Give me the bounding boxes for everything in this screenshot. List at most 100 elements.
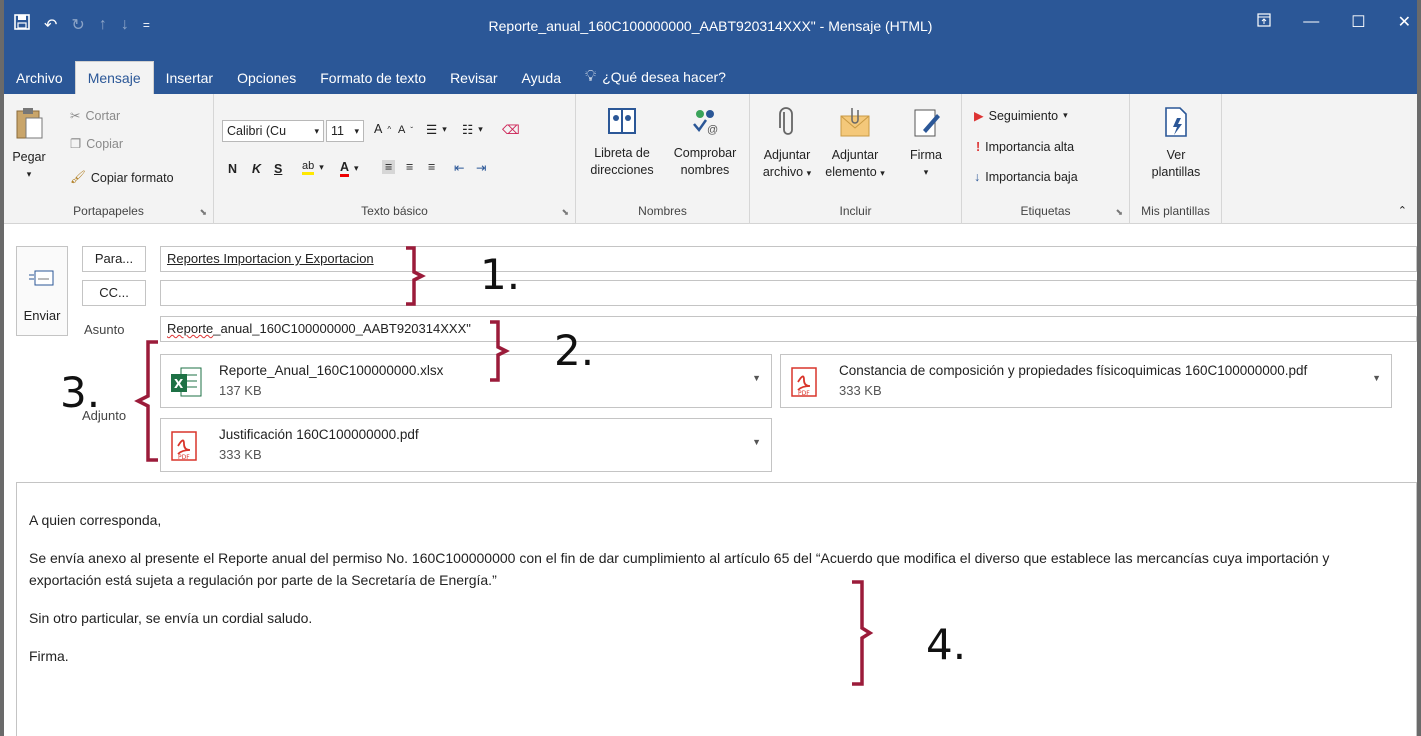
- check-names-label: Comprobar: [673, 146, 737, 160]
- paintbrush-icon: 🖌︎: [70, 170, 86, 184]
- grow-font-icon[interactable]: A ^: [374, 122, 391, 136]
- attach-file-label-2: archivo: [762, 165, 804, 179]
- paperclip-icon: [754, 106, 820, 143]
- align-right-icon[interactable]: ≡: [428, 160, 435, 174]
- window-title: Reporte_anual_160C100000000_AABT920314XX…: [488, 18, 933, 34]
- bold-button[interactable]: N: [228, 162, 237, 176]
- increase-indent-icon[interactable]: ⇥: [476, 160, 486, 175]
- tab-archivo[interactable]: Archivo: [4, 70, 75, 94]
- follow-up-button[interactable]: ▶ Seguimiento ▾: [974, 108, 1068, 124]
- high-importance-label: Importancia alta: [985, 140, 1075, 154]
- view-templates-label: Ver: [1166, 148, 1186, 162]
- attachment-item[interactable]: X Reporte_Anual_160C100000000.xlsx 137 K…: [160, 354, 772, 408]
- attach-item-label-row: elemento ▾: [820, 164, 890, 182]
- font-name-value: Calibri (Cu: [227, 124, 287, 138]
- low-importance-label: Importancia baja: [985, 170, 1078, 184]
- check-names-icon: @: [666, 106, 744, 141]
- attach-item-label-2: elemento: [825, 165, 877, 179]
- attachment-size: 137 KB: [219, 383, 262, 398]
- signature-button[interactable]: Firma ▾: [900, 106, 952, 181]
- chevron-down-icon: ▾: [354, 125, 359, 136]
- bullets-icon[interactable]: ☰ ▾: [426, 122, 447, 137]
- collapse-ribbon-icon[interactable]: ⌃: [1398, 204, 1407, 217]
- cc-field[interactable]: [160, 280, 1417, 306]
- flag-icon: ▶: [974, 109, 984, 123]
- tab-revisar[interactable]: Revisar: [438, 70, 509, 94]
- annotation-bracket-3: [134, 340, 158, 462]
- numbering-icon[interactable]: ☷ ▾: [462, 122, 483, 137]
- copy-icon: ❐: [70, 137, 82, 151]
- group-templates: Ver plantillas Mis plantillas: [1130, 94, 1222, 224]
- signature-label: Firma: [910, 148, 942, 162]
- dialog-launcher-icon[interactable]: ⬊: [1115, 207, 1123, 218]
- chevron-down-icon[interactable]: ▼: [1372, 373, 1381, 383]
- to-button[interactable]: Para...: [82, 246, 146, 272]
- message-body-editor[interactable]: A quien corresponda, Se envía anexo al p…: [16, 482, 1417, 736]
- chevron-down-icon[interactable]: ▼: [752, 373, 761, 383]
- group-label-clipboard: Portapapeles: [73, 204, 144, 218]
- attachment-item[interactable]: PDF Constancia de composición y propieda…: [780, 354, 1392, 408]
- to-recipient[interactable]: Reportes Importacion y Exportacion: [167, 251, 374, 266]
- dialog-launcher-icon[interactable]: ⬊: [199, 207, 207, 218]
- address-book-button[interactable]: Libreta de direcciones: [582, 106, 662, 179]
- attachment-item[interactable]: PDF Justificación 160C100000000.pdf 333 …: [160, 418, 772, 472]
- send-button[interactable]: Enviar: [16, 246, 68, 336]
- italic-button[interactable]: K: [252, 162, 261, 176]
- attach-file-button[interactable]: Adjuntar archivo ▾: [754, 106, 820, 182]
- high-importance-button[interactable]: ! Importancia alta: [976, 140, 1074, 154]
- paste-button[interactable]: Pegar ▾: [12, 106, 46, 183]
- maximize-icon[interactable]: ☐: [1351, 12, 1365, 32]
- address-book-icon: [582, 106, 662, 141]
- subject-field[interactable]: Reporte_anual_160C100000000_AABT920314XX…: [160, 316, 1417, 342]
- italic-label: K: [252, 162, 262, 176]
- cc-button[interactable]: CC...: [82, 280, 146, 306]
- attach-item-label: Adjuntar: [831, 148, 879, 162]
- group-clipboard: Pegar ▾ ✂ Cortar ❐ Copiar 🖌︎ Copiar formato…: [4, 94, 214, 224]
- underline-label: S: [274, 162, 283, 176]
- clear-formatting-icon[interactable]: ⌫: [502, 122, 520, 137]
- signature-icon: [900, 106, 952, 143]
- paste-label: Pegar: [12, 150, 46, 164]
- tell-me-label: ¿Qué desea hacer?: [602, 69, 726, 85]
- view-templates-label-2: plantillas: [1151, 165, 1201, 179]
- ribbon-display-options-icon[interactable]: [1257, 12, 1271, 32]
- tab-insertar[interactable]: Insertar: [154, 70, 225, 94]
- highlight-color-icon[interactable]: ab ▾: [302, 160, 324, 175]
- group-label-basic-text: Texto básico: [361, 204, 428, 218]
- attachment-size: 333 KB: [839, 383, 882, 398]
- tell-me-search[interactable]: 💡︎ ¿Qué desea hacer?: [573, 68, 738, 94]
- shrink-font-icon[interactable]: Aˇ: [398, 124, 413, 136]
- tab-formato-de-texto[interactable]: Formato de texto: [308, 70, 438, 94]
- align-left-icon[interactable]: ≡: [382, 160, 396, 174]
- tab-ayuda[interactable]: Ayuda: [510, 70, 573, 94]
- to-field[interactable]: Reportes Importacion y Exportacion: [160, 246, 1417, 272]
- templates-icon: [1134, 106, 1218, 143]
- tab-opciones[interactable]: Opciones: [225, 70, 308, 94]
- annotation-number-3: 3.: [60, 368, 101, 417]
- pdf-icon: PDF: [169, 430, 199, 465]
- underline-button[interactable]: S: [274, 162, 282, 176]
- chevron-down-icon[interactable]: ▼: [752, 437, 761, 447]
- attachment-name: Reporte_Anual_160C100000000.xlsx: [219, 363, 444, 378]
- cut-button[interactable]: ✂ Cortar: [70, 108, 120, 124]
- dialog-launcher-icon[interactable]: ⬊: [561, 207, 569, 218]
- annotation-bracket-1: [406, 246, 426, 306]
- tab-mensaje[interactable]: Mensaje: [74, 61, 154, 94]
- group-include: Adjuntar archivo ▾ Adjuntar elemento ▾ F…: [750, 94, 962, 224]
- attach-item-button[interactable]: Adjuntar elemento ▾: [820, 106, 890, 182]
- view-templates-button[interactable]: Ver plantillas: [1134, 106, 1218, 181]
- close-icon[interactable]: ✕: [1398, 12, 1411, 32]
- font-color-icon[interactable]: A ▾: [340, 160, 359, 177]
- font-size-combo[interactable]: 11 ▾: [326, 120, 364, 142]
- low-importance-button[interactable]: ↓ Importancia baja: [974, 170, 1078, 184]
- font-name-combo[interactable]: Calibri (Cu ▾: [222, 120, 324, 142]
- address-book-label-2: direcciones: [590, 163, 654, 177]
- minimize-icon[interactable]: —: [1303, 13, 1319, 31]
- align-center-icon[interactable]: ≡: [406, 160, 413, 174]
- decrease-indent-icon[interactable]: ⇤: [454, 160, 464, 175]
- format-painter-button[interactable]: 🖌︎ Copiar formato: [70, 170, 174, 185]
- check-names-button[interactable]: @ Comprobar nombres: [666, 106, 744, 179]
- body-signature: Firma.: [29, 648, 69, 664]
- group-names: Libreta de direcciones @ Comprobar nombr…: [576, 94, 750, 224]
- copy-button[interactable]: ❐ Copiar: [70, 136, 123, 152]
